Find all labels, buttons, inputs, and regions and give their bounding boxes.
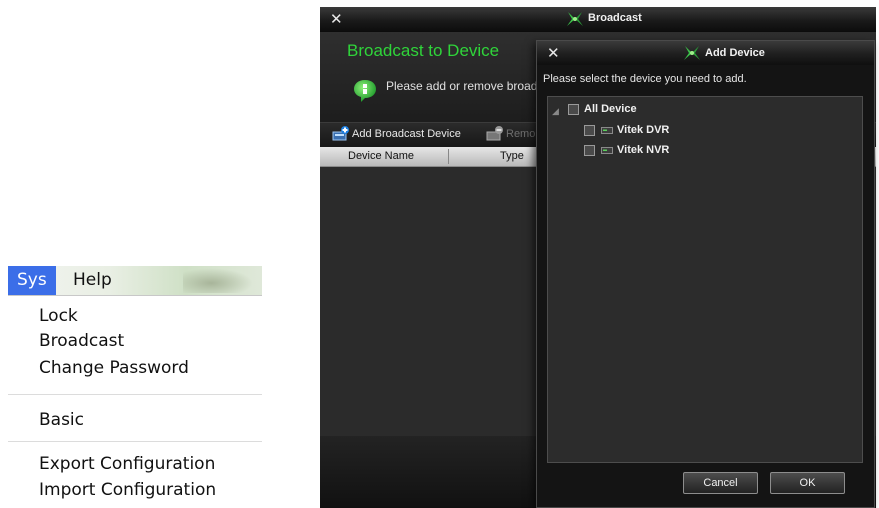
expand-arrow-icon[interactable]: ◢ bbox=[552, 106, 559, 117]
column-type[interactable]: Type bbox=[500, 150, 524, 162]
vitek-nvr-label: Vitek NVR bbox=[617, 144, 670, 156]
remove-broadcast-device-button[interactable]: Remo bbox=[506, 128, 535, 140]
menu-item-import-configuration[interactable]: Import Configuration bbox=[39, 479, 216, 501]
device-tree: ◢ All Device Vitek DVR Vitek NVR bbox=[547, 96, 863, 463]
add-device-title: Add Device bbox=[705, 47, 765, 59]
add-device-icon[interactable] bbox=[332, 126, 350, 142]
mac-menubar: Sys Help bbox=[8, 266, 262, 296]
menu-separator bbox=[8, 394, 262, 395]
sys-dropdown-menu: Lock Broadcast Change Password Basic Exp… bbox=[8, 296, 262, 508]
dvr-device-icon bbox=[601, 127, 613, 134]
app-logo-icon bbox=[567, 12, 583, 26]
app-logo-icon bbox=[684, 46, 700, 60]
menu-item-export-configuration[interactable]: Export Configuration bbox=[39, 453, 215, 475]
menu-item-change-password[interactable]: Change Password bbox=[39, 357, 189, 379]
nvr-device-icon bbox=[601, 147, 613, 154]
column-device-name[interactable]: Device Name bbox=[348, 150, 414, 162]
menu-separator bbox=[8, 441, 262, 442]
vitek-nvr-checkbox[interactable] bbox=[584, 145, 595, 156]
cancel-button[interactable]: Cancel bbox=[683, 472, 758, 494]
broadcast-titlebar: ✕ Broadcast bbox=[320, 7, 876, 32]
info-bubble-icon bbox=[354, 80, 376, 102]
menu-item-lock[interactable]: Lock bbox=[39, 305, 78, 327]
menu-sys[interactable]: Sys bbox=[8, 266, 56, 295]
remove-device-icon bbox=[486, 126, 503, 141]
tree-item-vitek-dvr[interactable]: Vitek DVR bbox=[584, 124, 844, 140]
tree-item-vitek-nvr[interactable]: Vitek NVR bbox=[584, 144, 844, 160]
menu-item-broadcast[interactable]: Broadcast bbox=[39, 330, 124, 352]
column-divider bbox=[448, 149, 449, 164]
all-device-label: All Device bbox=[584, 103, 637, 115]
add-device-dialog: ✕ Add Device Please select the device yo… bbox=[536, 40, 875, 508]
vitek-dvr-label: Vitek DVR bbox=[617, 124, 670, 136]
tree-root-all-device[interactable]: ◢ All Device bbox=[552, 103, 852, 119]
add-device-prompt: Please select the device you need to add… bbox=[543, 73, 747, 85]
menu-help[interactable]: Help bbox=[64, 266, 121, 295]
all-device-checkbox[interactable] bbox=[568, 104, 579, 115]
vitek-dvr-checkbox[interactable] bbox=[584, 125, 595, 136]
menu-item-basic[interactable]: Basic bbox=[39, 409, 84, 431]
broadcast-window-title: Broadcast bbox=[588, 12, 642, 24]
broadcast-heading: Broadcast to Device bbox=[347, 41, 500, 60]
close-icon[interactable]: ✕ bbox=[547, 44, 560, 62]
ok-button[interactable]: OK bbox=[770, 472, 845, 494]
close-icon[interactable]: ✕ bbox=[330, 10, 343, 28]
add-device-titlebar: ✕ Add Device bbox=[537, 41, 874, 65]
menubar-background-image bbox=[183, 268, 253, 293]
add-broadcast-device-button[interactable]: Add Broadcast Device bbox=[352, 128, 461, 140]
broadcast-info-text: Please add or remove broad bbox=[386, 79, 538, 93]
